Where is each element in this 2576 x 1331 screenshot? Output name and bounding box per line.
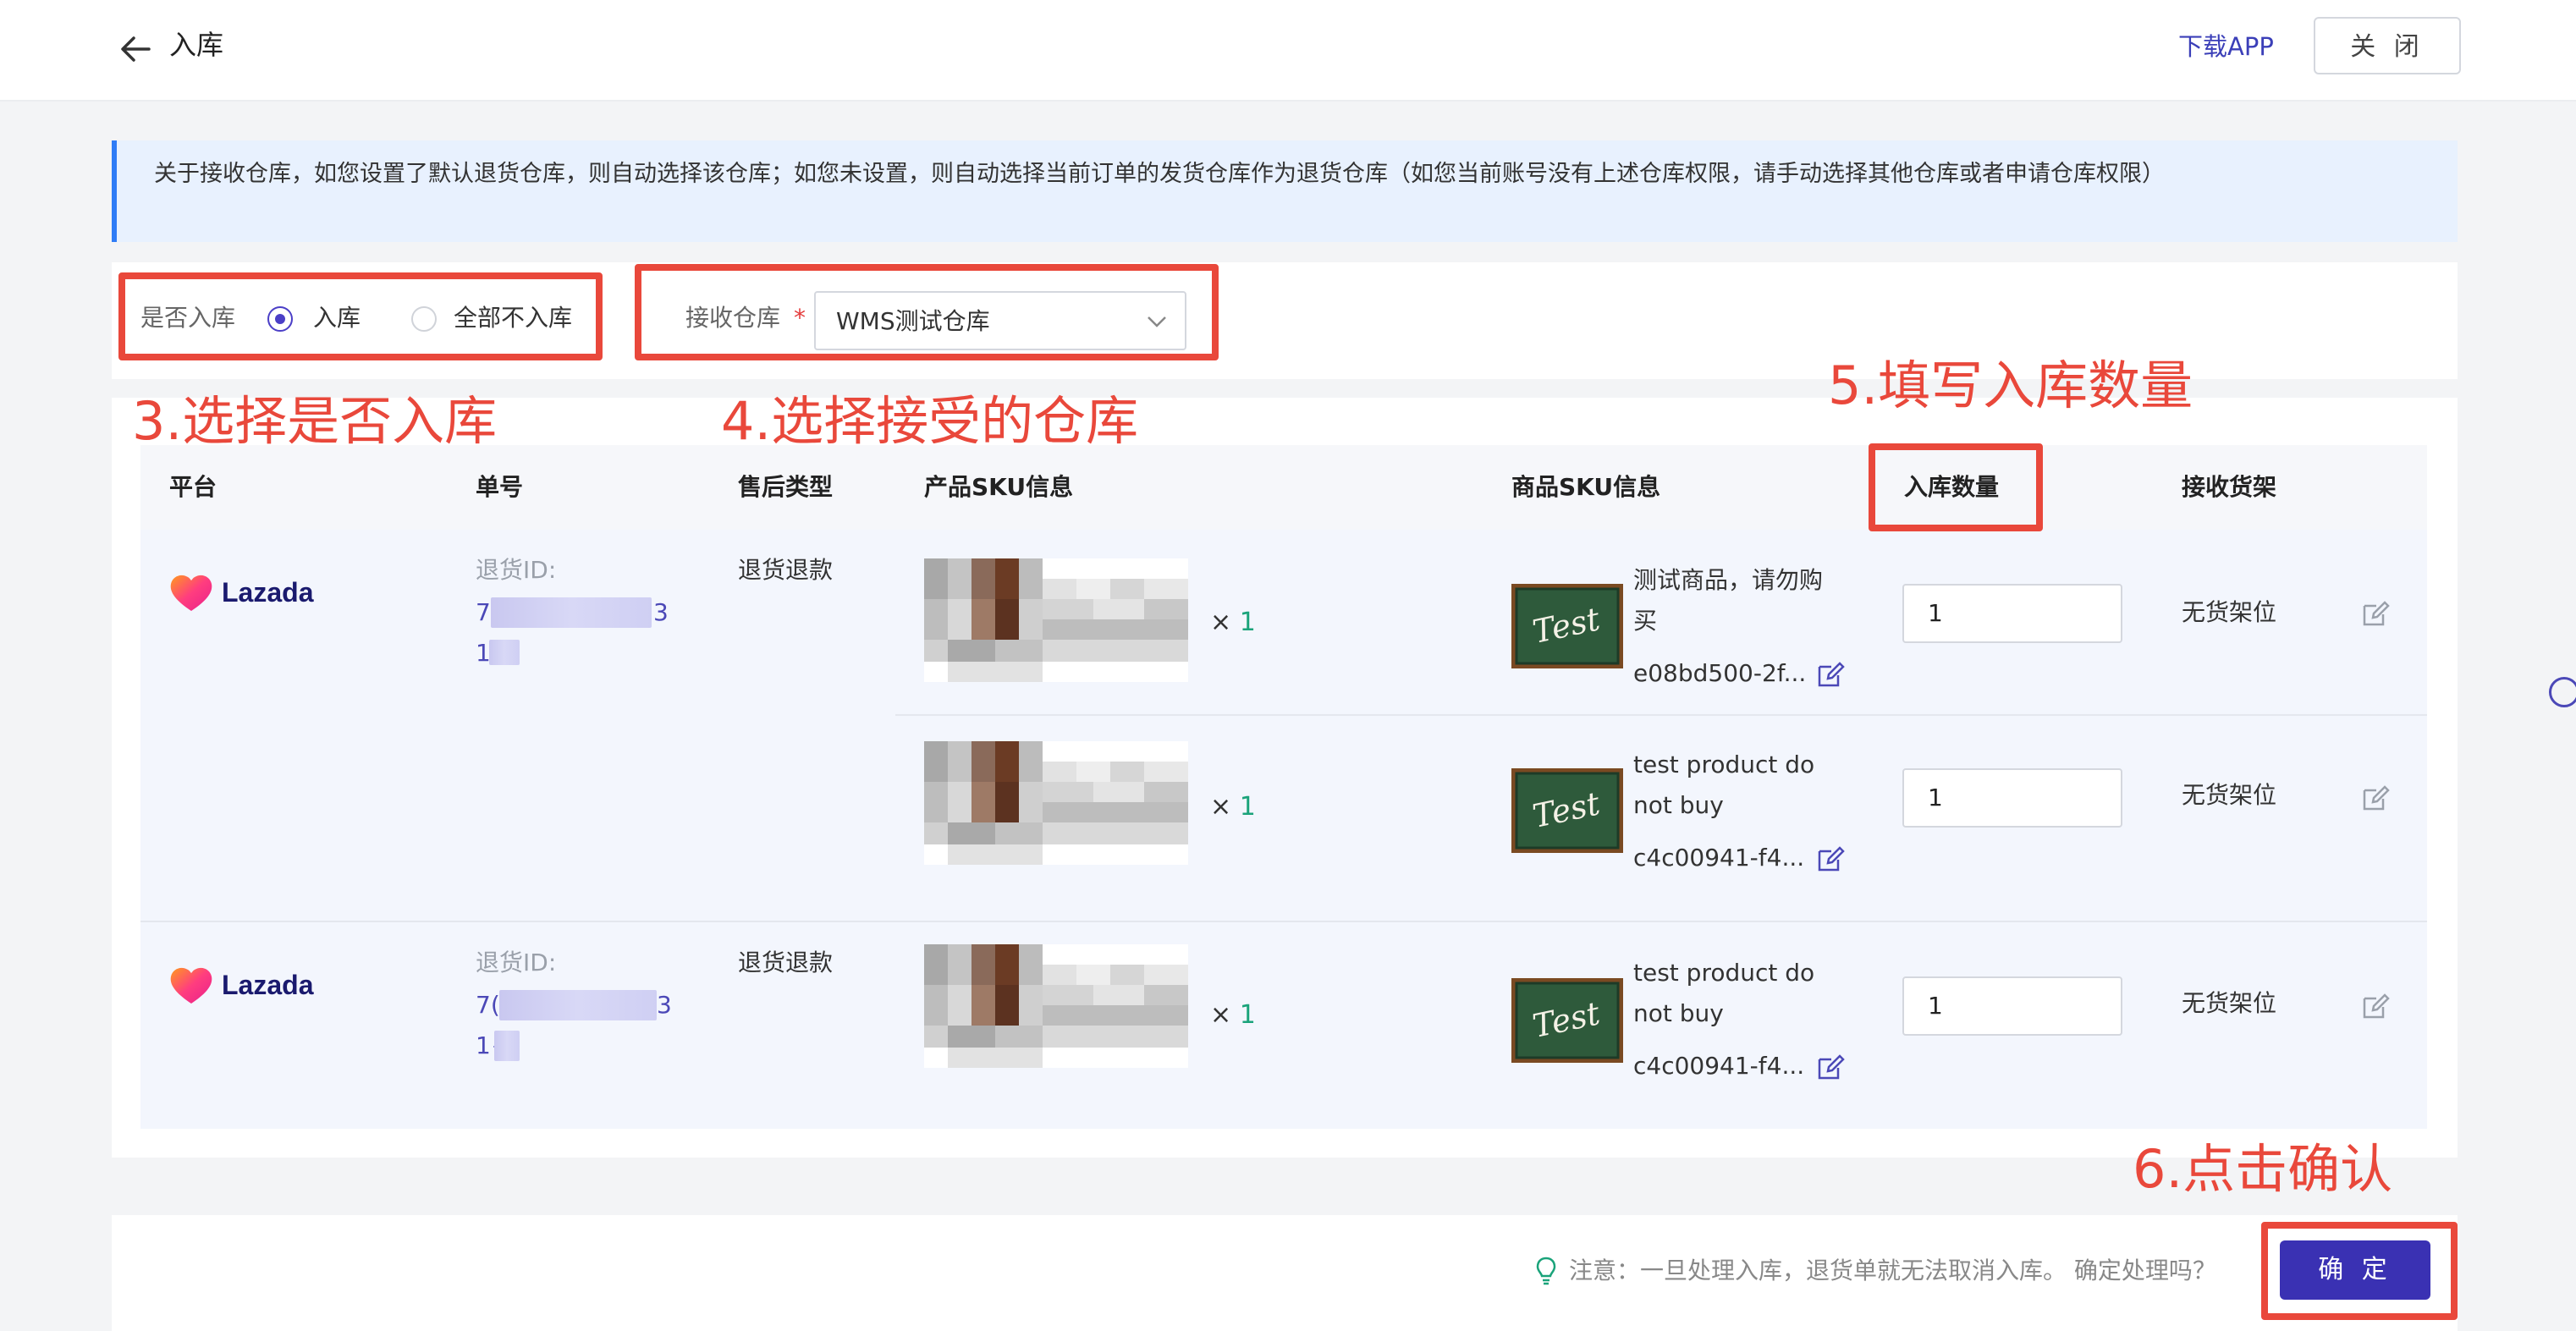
warehouse-notice: 关于接收仓库，如您设置了默认退货仓库，则自动选择该仓库；如您未设置，则自动选择当…	[112, 140, 2458, 242]
product-name: 测试商品，请勿购	[1633, 566, 1824, 594]
notice-text: 关于接收仓库，如您设置了默认退货仓库，则自动选择该仓库；如您未设置，则自动选择当…	[154, 161, 2165, 187]
edit-sku-icon[interactable]	[1816, 660, 1845, 689]
inbound-qty-input[interactable]: 1	[1902, 584, 2122, 643]
return-id-label: 退货ID:	[476, 949, 557, 976]
product-name-cont: 买	[1633, 607, 1658, 635]
product-qty: × 1	[1210, 998, 1256, 1032]
lightbulb-icon	[1536, 1257, 1556, 1285]
annotation-box-inbound	[118, 272, 603, 360]
after-sale-type: 退货退款	[738, 949, 834, 976]
return-id-redacted	[491, 597, 652, 628]
return-id-redacted	[494, 1031, 520, 1061]
product-name-cont: not buy	[1633, 791, 1724, 819]
qty-mark: ×	[1210, 608, 1240, 637]
product-name: test product do	[1633, 751, 1815, 778]
qty-mark: ×	[1210, 1000, 1240, 1030]
col-order-no: 单号	[476, 473, 524, 501]
annotation-box-qty	[1869, 443, 2043, 531]
product-sku-image	[924, 741, 1188, 865]
col-product-sku: 产品SKU信息	[924, 473, 1074, 501]
after-sale-type: 退货退款	[738, 556, 834, 584]
product-sku-code: c4c00941-f4...	[1633, 844, 1805, 872]
chat-bubble-icon[interactable]	[2549, 677, 2576, 707]
qty-value: 1	[1239, 1000, 1256, 1030]
qty-value: 1	[1239, 608, 1256, 637]
qty-mark: ×	[1210, 792, 1240, 822]
return-id-label: 退货ID:	[476, 556, 557, 584]
product-sku-code: e08bd500-2f...	[1633, 659, 1807, 687]
back-arrow-icon[interactable]	[117, 30, 154, 68]
return-id-end[interactable]: 3	[657, 985, 672, 1026]
lazada-logo-icon	[168, 572, 215, 613]
annotation-step6: 6.点击确认	[2133, 1138, 2393, 1200]
annotation-step4: 4.选择接受的仓库	[721, 390, 1139, 452]
product-qty: × 1	[1210, 606, 1256, 640]
product-qty: × 1	[1210, 790, 1256, 824]
product-name-cont: not buy	[1633, 999, 1724, 1027]
product-sku-image	[924, 558, 1188, 682]
return-id-end[interactable]: 3	[653, 592, 669, 633]
product-test-image	[1511, 768, 1623, 853]
col-goods-sku: 商品SKU信息	[1511, 473, 1661, 501]
close-button[interactable]: 关 闭	[2314, 17, 2461, 74]
edit-shelf-icon[interactable]	[2361, 784, 2390, 812]
shelf-value: 无货架位	[2182, 781, 2277, 809]
col-after-sale-type: 售后类型	[738, 473, 834, 501]
qty-value: 1	[1239, 792, 1256, 822]
col-platform: 平台	[169, 473, 217, 501]
shelf-value: 无货架位	[2182, 989, 2277, 1017]
annotation-box-warehouse	[635, 264, 1219, 360]
edit-shelf-icon[interactable]	[2361, 599, 2390, 628]
return-id-redacted	[489, 640, 520, 665]
product-name: test product do	[1633, 959, 1815, 987]
return-id-start[interactable]: 7	[476, 592, 491, 633]
lazada-logo-icon	[168, 965, 215, 1005]
footer-note: 注意：一旦处理入库，退货单就无法取消入库。 确定处理吗？	[1569, 1257, 2216, 1284]
row-divider	[895, 714, 2427, 716]
product-sku-image	[924, 944, 1188, 1068]
return-id-start[interactable]: 7(	[476, 985, 500, 1026]
inbound-qty-input[interactable]: 1	[1902, 976, 2122, 1036]
page-title: 入库	[169, 29, 224, 61]
platform-name: Lazada	[222, 970, 314, 1000]
edit-shelf-icon[interactable]	[2361, 992, 2390, 1020]
col-shelf: 接收货架	[2182, 473, 2277, 501]
product-sku-code: c4c00941-f4...	[1633, 1052, 1805, 1080]
annotation-step3: 3.选择是否入库	[132, 390, 498, 452]
annotation-step5: 5.填写入库数量	[1828, 355, 2193, 416]
product-test-image	[1511, 584, 1623, 668]
edit-sku-icon[interactable]	[1816, 844, 1845, 873]
inbound-qty-input[interactable]: 1	[1902, 768, 2122, 828]
annotation-box-confirm	[2261, 1222, 2458, 1320]
shelf-value: 无货架位	[2182, 598, 2277, 626]
edit-sku-icon[interactable]	[1816, 1053, 1845, 1081]
return-id-redacted	[499, 990, 657, 1020]
download-app-link[interactable]: 下载APP	[2178, 25, 2274, 68]
platform-name: Lazada	[222, 577, 314, 608]
product-test-image	[1511, 978, 1623, 1063]
